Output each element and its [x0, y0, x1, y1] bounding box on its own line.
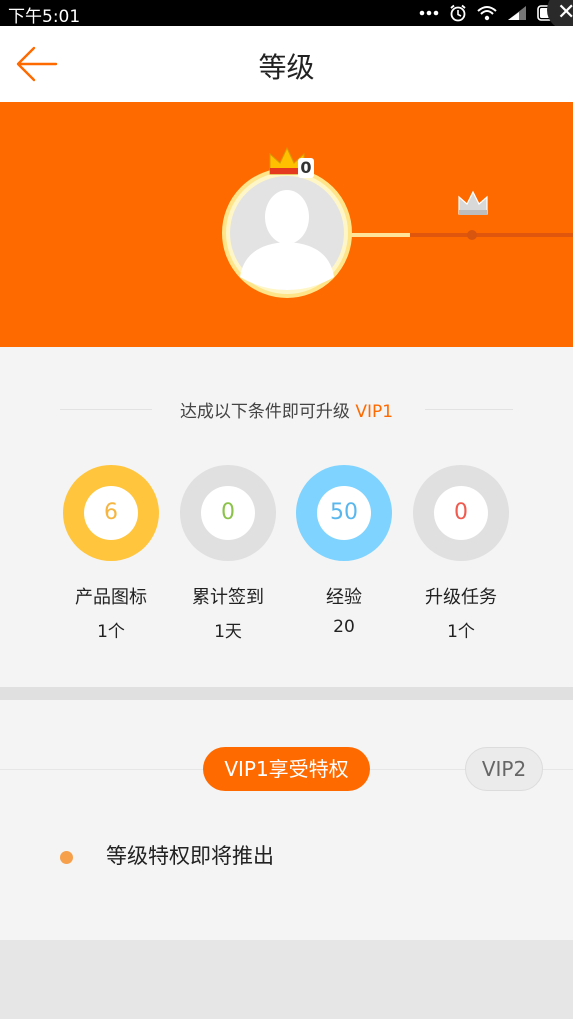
condition-ring: 0 [413, 465, 509, 561]
status-bar: 下午5:01 ✕ [0, 0, 573, 30]
current-level-badge: 0 [298, 158, 314, 178]
next-level-crown-icon [458, 190, 488, 215]
signal-icon [508, 6, 526, 20]
privileges-section: VIP1享受特权 VIP2 等级特权即将推出 [0, 700, 573, 940]
upgrade-conditions: 达成以下条件即可升级 VIP1 6 产品图标 1个 0 累计签到 1天 50 经… [0, 347, 573, 687]
condition-label: 产品图标 [75, 587, 147, 608]
privilege-item: 等级特权即将推出 [106, 844, 274, 868]
more-dots-icon [419, 10, 439, 16]
condition-requirement: 1天 [214, 622, 242, 642]
condition-value: 0 [434, 486, 488, 540]
level-progress-graphic [222, 146, 573, 298]
condition-value: 50 [317, 486, 371, 540]
conditions-title-text: 达成以下条件即可升级 [179, 402, 356, 422]
alarm-icon [450, 4, 466, 22]
condition-label: 累计签到 [192, 587, 264, 608]
tab-vip1-privileges[interactable]: VIP1享受特权 [203, 747, 370, 791]
wifi-icon [477, 6, 497, 21]
condition-requirement: 1个 [447, 622, 475, 642]
status-time: 下午5:01 [8, 7, 81, 27]
page-title: 等级 [258, 51, 315, 84]
condition-upgrade-tasks[interactable]: 0 升级任务 1个 [403, 465, 519, 642]
condition-requirement: 20 [333, 617, 355, 637]
level-hero: 0 [0, 102, 573, 347]
condition-label: 升级任务 [425, 587, 497, 608]
condition-ring: 50 [296, 465, 392, 561]
condition-product-icons[interactable]: 6 产品图标 1个 [53, 465, 169, 642]
condition-value: 6 [84, 486, 138, 540]
condition-ring: 6 [63, 465, 159, 561]
condition-check-in[interactable]: 0 累计签到 1天 [170, 465, 286, 642]
tab-vip2[interactable]: VIP2 [465, 747, 543, 791]
section-separator [0, 687, 573, 700]
condition-label: 经验 [326, 587, 362, 608]
condition-value: 0 [201, 486, 255, 540]
condition-requirement: 1个 [97, 622, 125, 642]
top-bar: 等级 [0, 26, 573, 102]
next-level-node [467, 230, 477, 240]
condition-experience[interactable]: 50 经验 20 [286, 465, 402, 637]
bullet-dot [60, 851, 73, 864]
condition-ring: 0 [180, 465, 276, 561]
conditions-target-level: VIP1 [355, 402, 394, 422]
conditions-title: 达成以下条件即可升级 VIP1 [0, 397, 573, 422]
